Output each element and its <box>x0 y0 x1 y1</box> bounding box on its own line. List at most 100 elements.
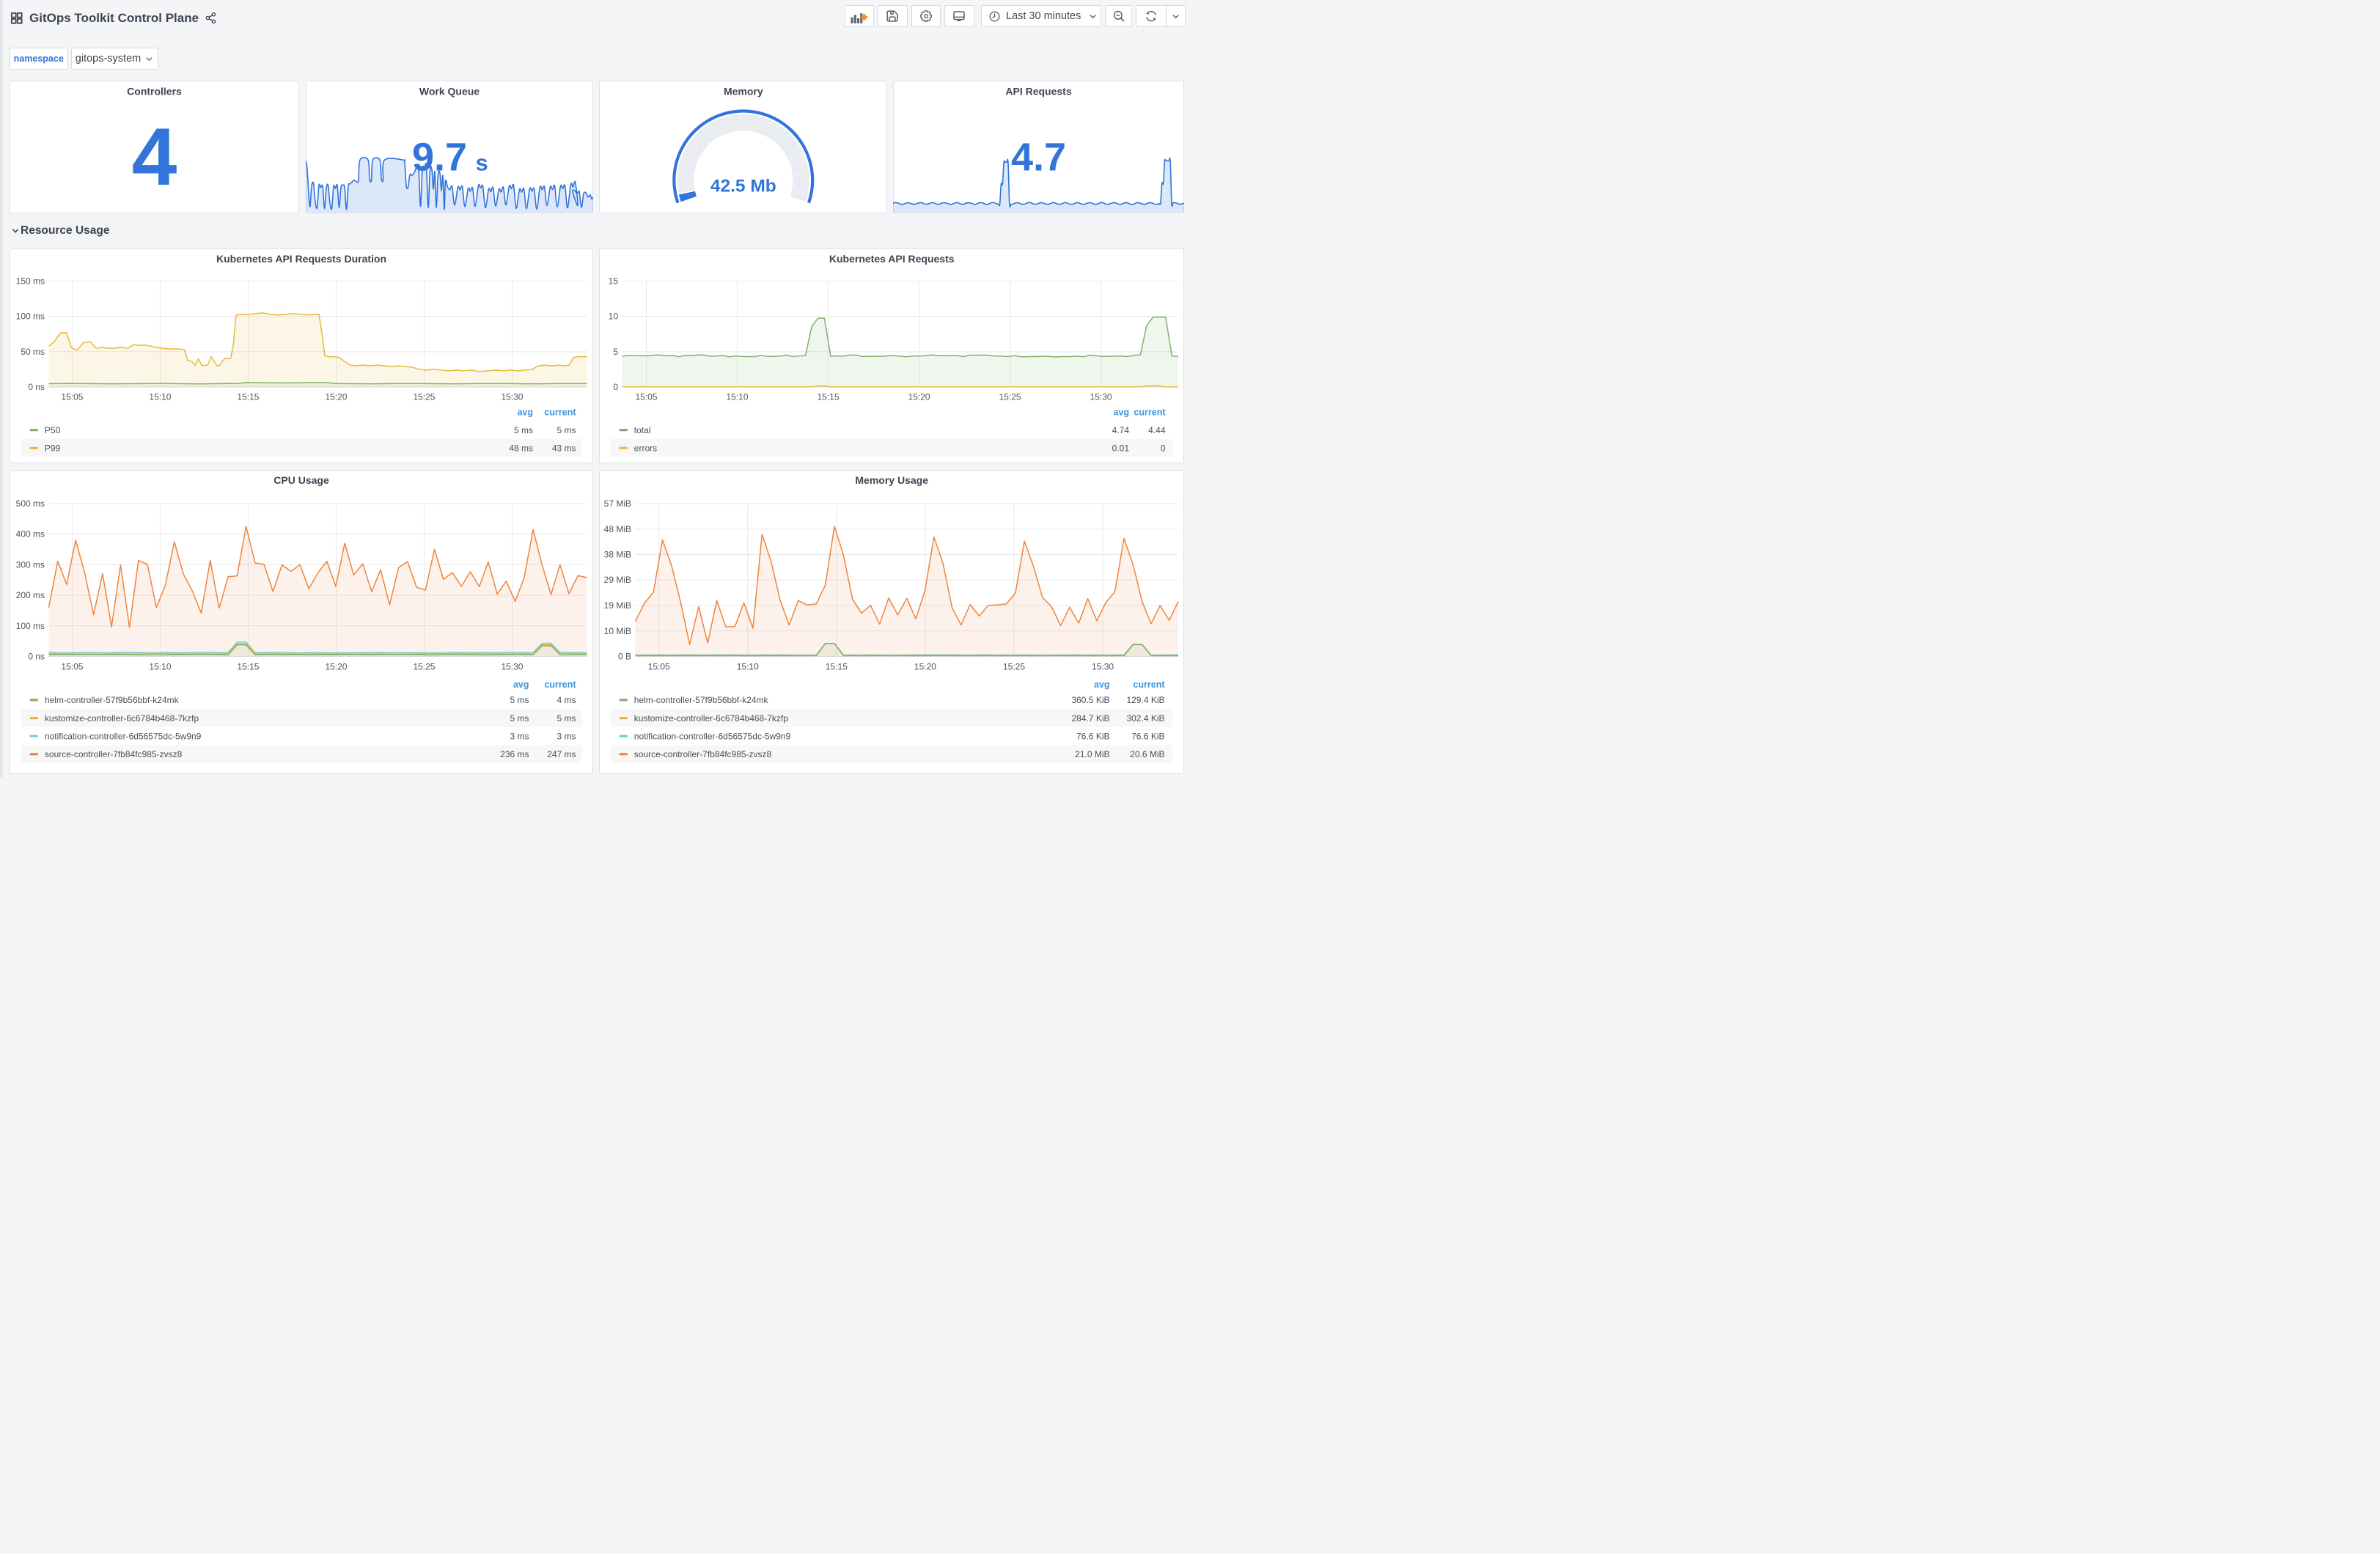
svg-text:3 ms: 3 ms <box>510 731 529 741</box>
svg-text:247 ms: 247 ms <box>547 749 576 759</box>
svg-text:15:10: 15:10 <box>736 662 758 672</box>
svg-text:15: 15 <box>608 276 618 286</box>
svg-text:15:30: 15:30 <box>501 662 523 672</box>
svg-text:57 MiB: 57 MiB <box>603 498 631 509</box>
svg-text:9.7: 9.7 <box>412 135 467 179</box>
svg-text:helm-controller-57f9b56bbf-k24: helm-controller-57f9b56bbf-k24mk <box>633 695 768 705</box>
svg-text:38 MiB: 38 MiB <box>603 550 631 560</box>
svg-text:avg: avg <box>517 407 533 417</box>
svg-text:source-controller-7fb84fc985-z: source-controller-7fb84fc985-zvsz8 <box>633 749 771 759</box>
svg-text:21.0 MiB: 21.0 MiB <box>1075 749 1109 759</box>
svg-text:current: current <box>1133 680 1165 690</box>
svg-text:Memory: Memory <box>723 85 763 97</box>
svg-text:0 ns: 0 ns <box>28 652 45 662</box>
svg-text:15:15: 15:15 <box>237 662 259 672</box>
svg-text:15:10: 15:10 <box>726 391 748 402</box>
svg-text:15:05: 15:05 <box>61 391 83 402</box>
svg-text:15:25: 15:25 <box>1002 662 1024 672</box>
svg-text:Controllers: Controllers <box>127 85 182 97</box>
svg-text:15:30: 15:30 <box>501 391 523 402</box>
svg-text:0: 0 <box>613 382 618 392</box>
svg-text:Work Queue: Work Queue <box>419 85 479 97</box>
svg-text:50 ms: 50 ms <box>21 346 45 356</box>
svg-text:360.5 KiB: 360.5 KiB <box>1071 695 1109 705</box>
svg-text:302.4 KiB: 302.4 KiB <box>1126 713 1164 723</box>
svg-text:kustomize-controller-6c6784b46: kustomize-controller-6c6784b468-7kzfp <box>44 713 198 723</box>
svg-text:Kubernetes API Requests: Kubernetes API Requests <box>829 253 954 265</box>
svg-text:errors: errors <box>633 443 656 453</box>
svg-text:42.5 Mb: 42.5 Mb <box>710 176 776 196</box>
svg-text:notification-controller-6d5657: notification-controller-6d56575dc-5w9n9 <box>633 731 790 741</box>
svg-text:avg: avg <box>1093 680 1109 690</box>
svg-text:0 ns: 0 ns <box>28 382 45 392</box>
svg-text:Memory Usage: Memory Usage <box>855 474 928 486</box>
svg-text:Kubernetes API Requests Durati: Kubernetes API Requests Duration <box>216 253 386 265</box>
svg-text:15:20: 15:20 <box>908 391 930 402</box>
svg-text:15:15: 15:15 <box>825 662 847 672</box>
svg-text:P99: P99 <box>44 443 60 453</box>
svg-text:150 ms: 150 ms <box>15 276 44 286</box>
svg-text:15:20: 15:20 <box>914 662 936 672</box>
svg-text:15:05: 15:05 <box>61 662 83 672</box>
svg-text:notification-controller-6d5657: notification-controller-6d56575dc-5w9n9 <box>44 731 201 741</box>
svg-text:20.6 MiB: 20.6 MiB <box>1130 749 1164 759</box>
svg-text:15:25: 15:25 <box>413 391 435 402</box>
svg-text:4.7: 4.7 <box>1011 135 1066 179</box>
svg-text:15:30: 15:30 <box>1092 662 1114 672</box>
svg-text:current: current <box>544 407 576 417</box>
svg-text:3 ms: 3 ms <box>557 731 576 741</box>
svg-text:76.6 KiB: 76.6 KiB <box>1076 731 1109 741</box>
svg-text:129.4 KiB: 129.4 KiB <box>1126 695 1164 705</box>
svg-text:15:20: 15:20 <box>325 662 347 672</box>
svg-text:current: current <box>1134 407 1166 417</box>
svg-text:5 ms: 5 ms <box>510 695 529 705</box>
svg-text:48 ms: 48 ms <box>509 443 533 453</box>
svg-text:source-controller-7fb84fc985-z: source-controller-7fb84fc985-zvsz8 <box>44 749 182 759</box>
svg-text:5 ms: 5 ms <box>557 713 576 723</box>
svg-text:284.7 KiB: 284.7 KiB <box>1071 713 1109 723</box>
svg-text:200 ms: 200 ms <box>15 590 44 600</box>
svg-text:API Requests: API Requests <box>1005 85 1071 97</box>
svg-text:15:15: 15:15 <box>237 391 259 402</box>
svg-text:avg: avg <box>1113 407 1129 417</box>
svg-text:19 MiB: 19 MiB <box>603 600 631 611</box>
svg-text:4: 4 <box>131 111 177 202</box>
svg-text:4 ms: 4 ms <box>557 695 576 705</box>
svg-text:100 ms: 100 ms <box>15 311 44 321</box>
svg-text:s: s <box>475 150 488 175</box>
svg-text:48 MiB: 48 MiB <box>603 524 631 534</box>
svg-text:4.44: 4.44 <box>1148 424 1166 435</box>
svg-text:15:05: 15:05 <box>635 391 657 402</box>
svg-text:400 ms: 400 ms <box>15 529 44 540</box>
svg-text:current: current <box>544 680 576 690</box>
svg-text:500 ms: 500 ms <box>15 498 44 509</box>
svg-text:15:25: 15:25 <box>999 391 1021 402</box>
svg-text:300 ms: 300 ms <box>15 559 44 570</box>
svg-text:10: 10 <box>608 311 618 321</box>
svg-text:helm-controller-57f9b56bbf-k24: helm-controller-57f9b56bbf-k24mk <box>44 695 179 705</box>
svg-text:15:10: 15:10 <box>149 391 171 402</box>
svg-text:4.74: 4.74 <box>1112 424 1129 435</box>
svg-text:43 ms: 43 ms <box>551 443 576 453</box>
svg-text:avg: avg <box>513 680 529 690</box>
svg-text:CPU Usage: CPU Usage <box>273 474 329 486</box>
svg-text:15:15: 15:15 <box>817 391 839 402</box>
svg-text:10 MiB: 10 MiB <box>603 626 631 636</box>
svg-text:5 ms: 5 ms <box>513 424 532 435</box>
svg-text:0: 0 <box>1160 443 1165 453</box>
svg-text:total: total <box>633 424 650 435</box>
svg-text:15:25: 15:25 <box>413 662 435 672</box>
svg-text:0 B: 0 B <box>617 652 631 662</box>
svg-text:29 MiB: 29 MiB <box>603 575 631 585</box>
svg-text:5 ms: 5 ms <box>510 713 529 723</box>
svg-text:15:10: 15:10 <box>149 662 171 672</box>
svg-text:100 ms: 100 ms <box>15 621 44 631</box>
svg-text:0.01: 0.01 <box>1112 443 1129 453</box>
svg-text:kustomize-controller-6c6784b46: kustomize-controller-6c6784b468-7kzfp <box>633 713 787 723</box>
svg-text:15:30: 15:30 <box>1090 391 1112 402</box>
svg-text:236 ms: 236 ms <box>500 749 529 759</box>
svg-text:5: 5 <box>613 346 618 356</box>
svg-text:15:20: 15:20 <box>325 391 347 402</box>
svg-text:15:05: 15:05 <box>647 662 669 672</box>
svg-text:P50: P50 <box>44 424 60 435</box>
